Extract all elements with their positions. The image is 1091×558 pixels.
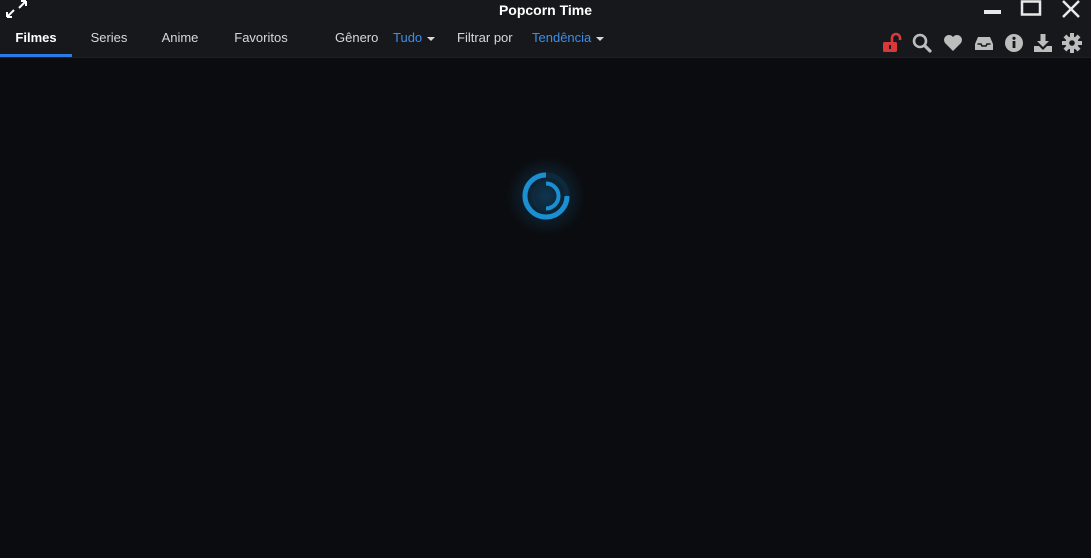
genre-dropdown[interactable]: Tudo — [393, 20, 436, 58]
info-icon[interactable] — [1003, 32, 1025, 54]
tab-filmes[interactable]: Filmes — [0, 20, 72, 58]
vpn-unlocked-icon[interactable] — [881, 32, 903, 54]
title-bar: Popcorn Time — [0, 0, 1091, 20]
download-icon[interactable] — [1032, 32, 1054, 54]
window-title: Popcorn Time — [498, 2, 593, 18]
heart-icon[interactable] — [942, 32, 964, 54]
close-button[interactable] — [1055, 0, 1085, 20]
chevron-down-icon — [427, 36, 436, 41]
tab-favoritos[interactable]: Favoritos — [226, 20, 296, 58]
genre-value: Tudo — [393, 30, 423, 45]
tab-anime[interactable]: Anime — [152, 20, 208, 58]
nav-bar: Filmes Series Anime Favoritos Gênero Tud… — [0, 20, 1091, 58]
gear-icon[interactable] — [1061, 32, 1083, 54]
sort-value: Tendência — [532, 30, 592, 45]
loading-spinner — [521, 171, 571, 221]
chevron-down-icon — [596, 36, 605, 41]
genre-label: Gênero — [335, 30, 379, 45]
tab-series[interactable]: Series — [82, 20, 136, 58]
content-area — [0, 58, 1091, 558]
inbox-icon[interactable] — [973, 32, 995, 54]
sort-dropdown[interactable]: Tendência — [532, 20, 605, 58]
active-tab-indicator — [0, 54, 72, 57]
sort-label: Filtrar por — [457, 30, 513, 45]
minimize-button[interactable] — [978, 0, 1008, 20]
maximize-button[interactable] — [1016, 0, 1046, 20]
search-icon[interactable] — [911, 32, 933, 54]
